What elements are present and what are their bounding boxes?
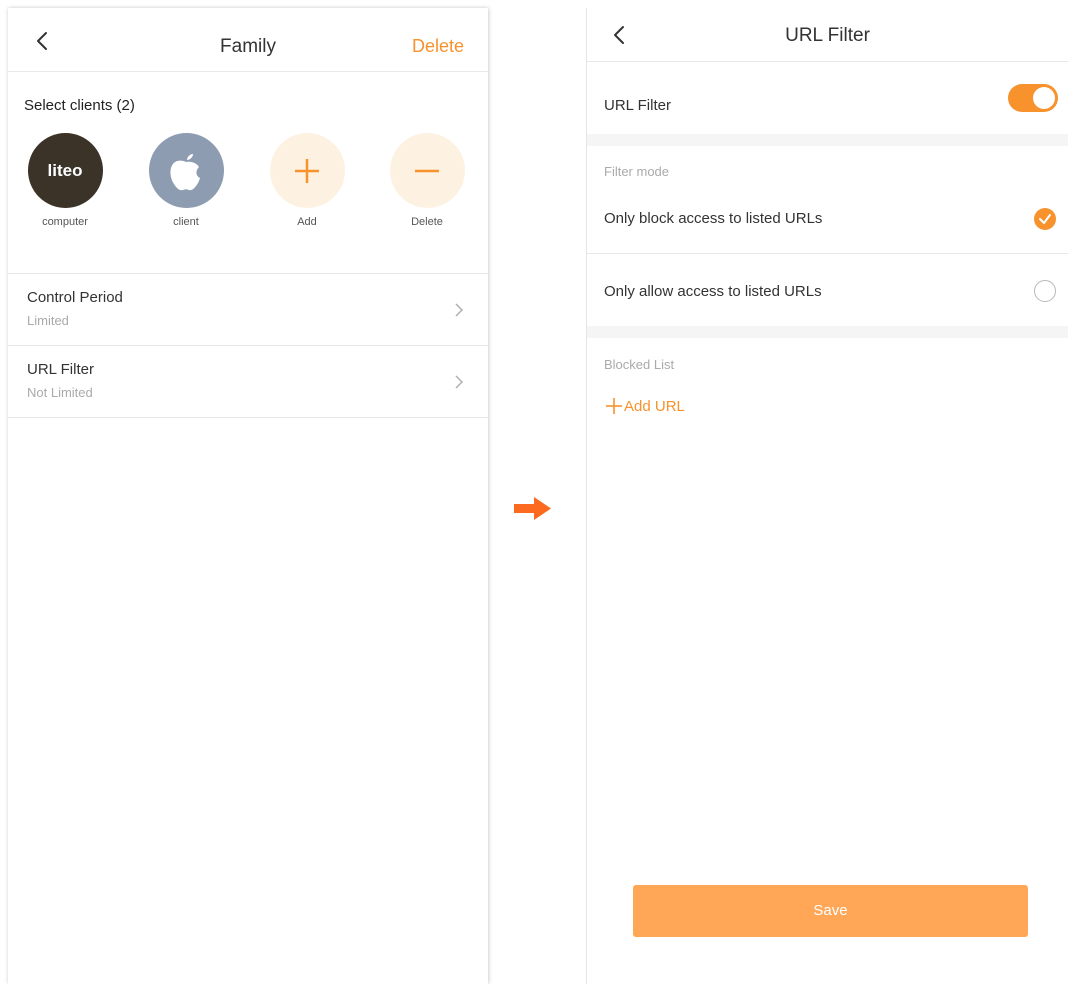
radio-unchecked[interactable] <box>1034 280 1056 302</box>
blocked-list-label: Blocked List <box>604 357 675 372</box>
chevron-right-icon <box>455 375 464 389</box>
divider <box>8 417 488 418</box>
section-divider <box>587 326 1068 338</box>
url-filter-toggle[interactable] <box>1008 84 1058 112</box>
delete-button[interactable]: Delete <box>412 36 464 57</box>
url-filter-label: URL Filter <box>604 97 671 114</box>
add-client-button[interactable]: Add <box>262 133 352 228</box>
filter-mode-label: Filter mode <box>604 164 670 179</box>
chevron-right-icon <box>455 303 464 317</box>
section-divider <box>587 134 1068 146</box>
right-arrow-icon <box>514 497 551 520</box>
apple-avatar <box>148 133 224 208</box>
option-allow-listed[interactable]: Only allow access to listed URLs <box>587 254 1068 326</box>
client-label: Add <box>297 216 317 228</box>
apple-logo-icon <box>170 153 200 190</box>
row-subtitle: Limited <box>27 313 69 328</box>
add-circle <box>269 133 345 208</box>
toggle-knob <box>1033 87 1055 109</box>
option-label: Only block access to listed URLs <box>604 210 823 227</box>
row-title: Control Period <box>27 289 123 306</box>
nav-bar: Family Delete <box>8 8 488 72</box>
minus-icon <box>415 169 439 172</box>
client-label: Delete <box>411 216 443 228</box>
control-period-row[interactable]: Control Period Limited <box>8 274 488 345</box>
row-title: URL Filter <box>27 361 94 378</box>
nav-bar: URL Filter <box>587 8 1068 62</box>
option-label: Only allow access to listed URLs <box>604 283 822 300</box>
add-url-button[interactable]: Add URL <box>604 396 685 416</box>
avatar-text: liteo <box>47 160 83 180</box>
check-icon <box>1039 214 1051 224</box>
url-filter-row[interactable]: URL Filter Not Limited <box>8 346 488 417</box>
row-subtitle: Not Limited <box>27 385 93 400</box>
liteo-avatar: liteo <box>27 133 103 208</box>
select-clients-title: Select clients (2) <box>24 97 135 114</box>
client-label: computer <box>42 216 88 228</box>
delete-client-button[interactable]: Delete <box>382 133 472 228</box>
client-computer[interactable]: liteo computer <box>20 133 110 228</box>
page-title: URL Filter <box>785 25 870 46</box>
client-apple[interactable]: client <box>141 133 231 228</box>
family-screen: Family Delete Select clients (2) liteo c… <box>8 8 488 984</box>
plus-icon <box>295 158 319 183</box>
delete-circle <box>389 133 465 208</box>
client-label: client <box>173 216 199 228</box>
save-button[interactable]: Save <box>633 885 1028 937</box>
url-filter-toggle-row: URL Filter <box>587 62 1068 134</box>
radio-checked[interactable] <box>1034 208 1056 230</box>
url-filter-screen: URL Filter URL Filter Filter mode Only b… <box>586 8 1068 984</box>
plus-icon <box>606 398 622 414</box>
option-block-listed[interactable]: Only block access to listed URLs <box>587 186 1068 252</box>
add-url-label: Add URL <box>624 397 685 415</box>
